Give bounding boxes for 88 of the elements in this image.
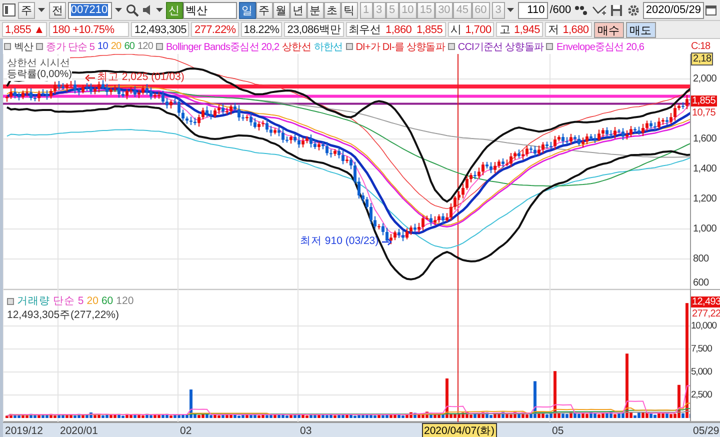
period-tab[interactable]: 주 — [256, 2, 273, 18]
date-input-field[interactable]: 2020/05/29 — [642, 2, 704, 18]
legend-marker-icon[interactable] — [36, 43, 44, 50]
price-axis-label: 1,600 — [693, 134, 717, 144]
legend-marker-icon[interactable] — [448, 43, 455, 50]
volume-axis-label: 10,000 — [691, 320, 716, 332]
best-quote-label: 최우선 — [348, 23, 381, 37]
current-price-tag: 1,855 — [691, 96, 717, 106]
legend-label: CCI기준선 상향돌파 — [458, 40, 544, 54]
legend-label: DI+가 DI-를 상향돌파 — [356, 40, 445, 54]
low-label: 저 — [548, 23, 559, 37]
volume-value: 12,493,305 — [134, 24, 186, 36]
change-value: 180 +10.75% — [52, 24, 114, 36]
window-icon[interactable] — [2, 2, 16, 18]
high-value: 1,945 — [514, 24, 540, 36]
scope-button[interactable]: 전 — [48, 2, 66, 18]
volume-axis-label: 5,000 — [691, 366, 712, 378]
arrow-right-icon — [382, 238, 392, 246]
legend-label: 10 — [98, 41, 108, 52]
legend-label: 60 — [101, 295, 114, 307]
period-tab[interactable]: 틱 — [340, 2, 358, 18]
end-date-label: 05/29 — [693, 425, 720, 437]
amount-value: 23,086백만 — [287, 23, 341, 37]
period-tab[interactable]: 분 — [306, 2, 324, 18]
volume-axis-label: 2,500 — [691, 390, 712, 400]
legend-marker-icon[interactable] — [546, 43, 554, 50]
top-price-tag: 2,18 — [691, 52, 714, 66]
legend-label: 상한선 — [282, 40, 311, 54]
price-axis-label: 600 — [693, 278, 709, 288]
legend-marker-icon[interactable] — [346, 43, 353, 50]
count-max-label: /600 — [550, 4, 572, 16]
legend-label: 벡산 — [14, 40, 34, 54]
date-axis-label: 05 — [552, 425, 564, 437]
volume-ratio-value: 277.22% — [194, 24, 236, 36]
price-axis-label: 2,000 — [693, 74, 717, 84]
cursor-date-label: 2020/04/07(화) — [422, 423, 497, 437]
price-axis-label: 1,200 — [693, 194, 717, 204]
legend-label: Bollinger Bands중심선 20,2 — [166, 40, 280, 54]
turnover-value: 18.22% — [244, 24, 280, 36]
legend-label: 종가 단순 5 — [46, 40, 95, 54]
volume-summary: 12,493,305주(277,22%) — [7, 308, 120, 322]
overlay-label: 등락률(0,00%) — [7, 67, 72, 81]
period-tab[interactable]: 년 — [290, 2, 307, 18]
date-axis-label: 02 — [180, 425, 192, 437]
legend-label: Envelope중심선 20,6 — [556, 40, 644, 54]
date-axis-label: 03 — [300, 425, 312, 437]
legend-label: 120 — [138, 41, 154, 52]
open-value: 1,700 — [465, 24, 492, 36]
legend-label: 거래량 — [17, 294, 50, 308]
date-axis-label: 2019/12 — [5, 425, 43, 437]
buy-button[interactable]: 매수 — [594, 22, 624, 38]
search-icon[interactable] — [126, 2, 140, 18]
price-axis-label: 1,000 — [693, 224, 717, 234]
period-tab[interactable]: 월 — [272, 2, 290, 18]
ask-value: 1,860 — [386, 24, 412, 36]
legend-label: 120 — [116, 295, 134, 307]
open-label: 시 — [450, 23, 462, 37]
market-button[interactable]: 주 — [18, 2, 35, 18]
volume-axis-label: 7,500 — [691, 344, 712, 354]
change-rate-tag: 10,75 — [691, 108, 717, 118]
legend-label: 60 — [124, 41, 135, 52]
legend-marker-icon[interactable] — [4, 43, 11, 50]
code-input-field[interactable]: 007210 — [68, 2, 112, 18]
sell-button[interactable]: 매도 — [626, 22, 656, 38]
low-value: 1,680 — [562, 24, 589, 36]
legend-label: 20 — [110, 41, 122, 52]
legend-marker-icon[interactable] — [156, 43, 164, 50]
bid-value: 1,855 — [416, 24, 443, 36]
high-price-label: 최고 2,025 (01/03) — [97, 70, 184, 84]
new-badge: 신 — [166, 2, 183, 18]
corner-tag: C:18 — [691, 41, 710, 52]
date-axis-label: 2020/01 — [60, 425, 98, 437]
high-label: 고 — [499, 23, 510, 37]
arrow-left-icon — [85, 74, 95, 82]
price-axis-label: 1,400 — [693, 164, 717, 174]
volume-tag: 12,493 — [691, 296, 720, 308]
count-input-field[interactable]: 110 — [518, 2, 548, 18]
legend-label: 20 — [86, 295, 98, 307]
price-value: 1,855 ▲ — [5, 24, 44, 36]
low-price-label: 최저 910 (03/23) — [300, 234, 379, 248]
volume-ratio-tag: 277,22 — [691, 308, 720, 320]
period-tab[interactable]: 일 — [238, 2, 256, 18]
legend-label: 단순 5 — [53, 294, 84, 308]
legend-marker-icon[interactable] — [7, 298, 14, 304]
stock-name-field[interactable]: 벡산 — [182, 2, 237, 18]
price-axis-label: 800 — [693, 254, 709, 264]
legend-label: 하한선 — [314, 40, 343, 54]
period-tab[interactable]: 초 — [324, 2, 341, 18]
